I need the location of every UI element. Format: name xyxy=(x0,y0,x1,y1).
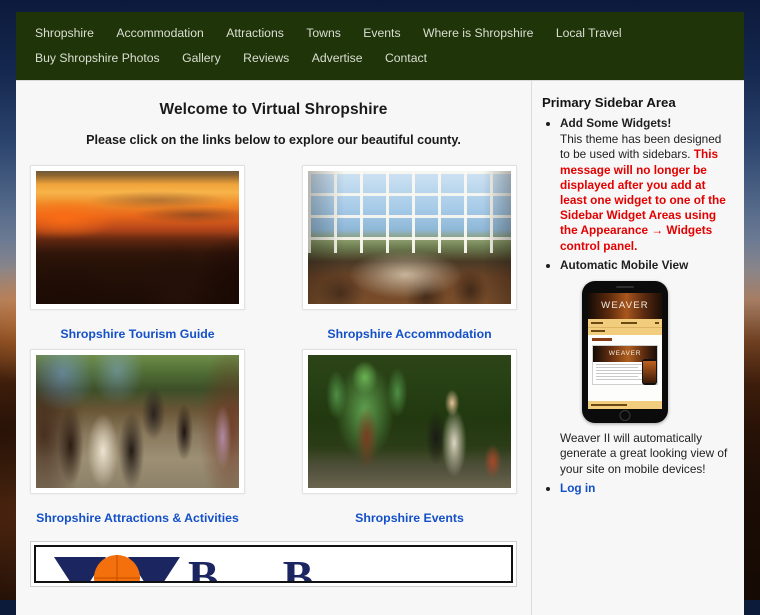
logo-letter-one: B xyxy=(188,551,219,583)
sidebar-widget-login: Log in xyxy=(560,481,730,496)
tile-grid: Shropshire Tourism Guide Shropshire Acco… xyxy=(30,165,517,525)
victorian-street-reenactment-photo xyxy=(36,355,239,488)
add-widgets-alert-text: This message will no longer be displayed… xyxy=(560,147,726,253)
conservatory-dining-room-photo xyxy=(308,171,511,304)
add-widgets-body: This theme has been designed to be used … xyxy=(560,132,730,254)
nav-buy-shropshire-photos[interactable]: Buy Shropshire Photos xyxy=(26,46,169,71)
nav-item[interactable]: Advertise xyxy=(303,46,372,71)
phone-hero-banner: WEAVER xyxy=(588,293,662,320)
phone-home-button-icon xyxy=(619,409,631,421)
nav-gallery[interactable]: Gallery xyxy=(173,46,230,71)
mobile-view-paragraph: Weaver II will automatically generate a … xyxy=(560,431,728,476)
nav-item[interactable]: Towns xyxy=(297,21,350,46)
attractions-thumbnail-link[interactable] xyxy=(30,349,245,494)
nav-reviews[interactable]: Reviews xyxy=(234,46,298,71)
nav-item[interactable]: Local Travel xyxy=(547,21,631,46)
nav-item[interactable]: Gallery xyxy=(173,46,230,71)
nav-item[interactable]: Reviews xyxy=(234,46,298,71)
phone-text-line xyxy=(596,369,645,372)
nav-shropshire[interactable]: Shropshire xyxy=(26,21,103,46)
sunset-over-shropshire-hills-photo xyxy=(36,171,239,304)
phone-submenu-bar xyxy=(588,327,662,336)
phone-menu-item-right xyxy=(655,322,659,325)
nav-item[interactable]: Shropshire xyxy=(26,21,103,46)
phone-brand-label: WEAVER xyxy=(601,300,649,312)
nav-where-is-shropshire[interactable]: Where is Shropshire xyxy=(414,21,542,46)
nav-item[interactable]: Accommodation xyxy=(107,21,212,46)
nav-events[interactable]: Events xyxy=(354,21,409,46)
phone-submenu-item xyxy=(591,330,605,333)
green-man-festival-photo xyxy=(308,355,511,488)
tile-row: Shropshire Attractions & Activities Shro… xyxy=(30,349,517,525)
main-content-column: Welcome to Virtual Shropshire Please cli… xyxy=(16,81,532,615)
phone-text-line xyxy=(596,378,645,381)
nav-towns[interactable]: Towns xyxy=(297,21,350,46)
primary-navigation: Shropshire Accommodation Attractions Tow… xyxy=(16,12,744,80)
tile-events: Shropshire Events xyxy=(302,349,517,525)
sidebar-title: Primary Sidebar Area xyxy=(542,95,676,110)
mobile-phone-mockup-wrap: WEAVER WEAVER xyxy=(582,281,730,424)
nav-item[interactable]: Contact xyxy=(376,46,436,71)
events-thumbnail-link[interactable] xyxy=(302,349,517,494)
content-frame: Welcome to Virtual Shropshire Please cli… xyxy=(16,80,744,615)
nav-item[interactable]: Attractions xyxy=(217,21,293,46)
add-widgets-heading: Add Some Widgets! xyxy=(560,116,672,130)
attractions-caption-link[interactable]: Shropshire Attractions & Activities xyxy=(30,511,245,525)
nav-item[interactable]: Where is Shropshire xyxy=(414,21,542,46)
tile-row: Shropshire Tourism Guide Shropshire Acco… xyxy=(30,165,517,341)
tile-accommodation: Shropshire Accommodation xyxy=(302,165,517,341)
accommodation-thumbnail-link[interactable] xyxy=(302,165,517,310)
log-in-link[interactable]: Log in xyxy=(560,481,595,495)
phone-inset-device-icon xyxy=(642,359,657,386)
mobile-view-heading: Automatic Mobile View xyxy=(560,257,689,272)
shropshire-tourism-logo-banner[interactable]: B B xyxy=(30,541,517,587)
accommodation-caption-link[interactable]: Shropshire Accommodation xyxy=(302,327,517,341)
tourism-guide-thumbnail-link[interactable] xyxy=(30,165,245,310)
tourism-guide-caption-link[interactable]: Shropshire Tourism Guide xyxy=(30,327,245,341)
nav-contact[interactable]: Contact xyxy=(376,46,436,71)
tile-attractions: Shropshire Attractions & Activities xyxy=(30,349,245,525)
nav-advertise[interactable]: Advertise xyxy=(303,46,372,71)
sidebar-widget-add-some-widgets: Add Some Widgets! This theme has been de… xyxy=(560,116,730,254)
sidebar-widget-automatic-mobile-view: Automatic Mobile View WEAVER xyxy=(560,258,730,477)
phone-menu-bar xyxy=(588,319,662,328)
nav-item[interactable]: Events xyxy=(354,21,409,46)
phone-menu-item-left xyxy=(591,322,603,325)
banner-inner-border: B B xyxy=(34,545,513,583)
logo-letter-two: B xyxy=(282,551,314,583)
nav-attractions[interactable]: Attractions xyxy=(217,21,293,46)
phone-card-brand-label: WEAVER xyxy=(608,349,642,357)
phone-menu-item-mid xyxy=(621,322,637,325)
events-caption-link[interactable]: Shropshire Events xyxy=(302,511,517,525)
page-title: Welcome to Virtual Shropshire xyxy=(159,101,388,118)
phone-inset-screen xyxy=(643,361,656,384)
nav-list: Shropshire Accommodation Attractions Tow… xyxy=(16,21,744,71)
phone-page-title xyxy=(588,335,662,343)
primary-sidebar: Primary Sidebar Area Add Some Widgets! T… xyxy=(532,81,744,615)
page-subtitle: Please click on the links below to explo… xyxy=(86,133,461,147)
phone-text-line xyxy=(596,375,638,378)
logo-artwork: B B xyxy=(54,551,314,583)
phone-text-line xyxy=(596,366,638,369)
nav-item[interactable]: Buy Shropshire Photos xyxy=(26,46,169,71)
nav-local-travel[interactable]: Local Travel xyxy=(547,21,631,46)
nav-accommodation[interactable]: Accommodation xyxy=(107,21,212,46)
phone-title-line xyxy=(592,338,612,341)
page-wrapper: Shropshire Accommodation Attractions Tow… xyxy=(16,12,744,615)
phone-footer-bar xyxy=(588,401,662,410)
iphone-screen: WEAVER WEAVER xyxy=(588,293,662,410)
iphone-mockup: WEAVER WEAVER xyxy=(582,281,668,424)
sidebar-widget-list: Add Some Widgets! This theme has been de… xyxy=(542,116,730,496)
phone-footer-line xyxy=(591,404,627,407)
tile-tourism-guide: Shropshire Tourism Guide xyxy=(30,165,245,341)
